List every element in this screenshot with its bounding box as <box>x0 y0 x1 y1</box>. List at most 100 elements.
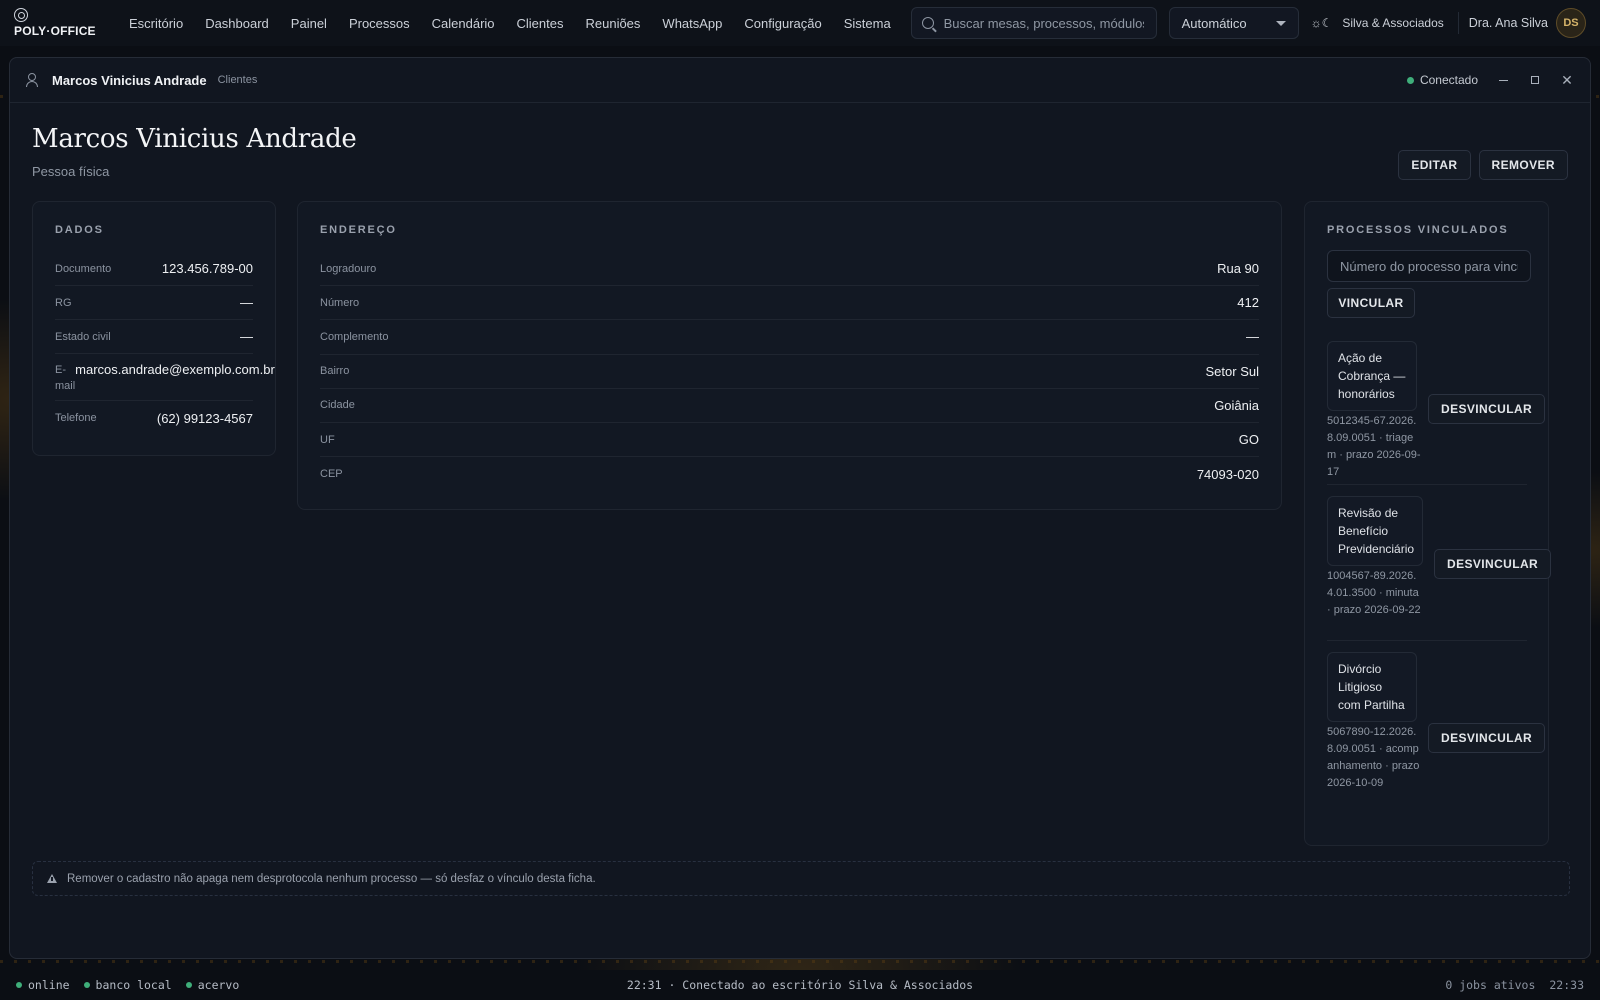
endereco-label: Cidade <box>320 399 355 412</box>
close-icon: ✕ <box>1561 72 1573 88</box>
maximize-icon <box>1531 76 1539 84</box>
edit-button[interactable]: EDITAR <box>1398 150 1471 180</box>
nav-item-escritorio[interactable]: Escritório <box>118 16 194 31</box>
dados-value: — <box>240 329 253 344</box>
dados-label: Documento <box>55 262 112 275</box>
page-title: Marcos Vinicius Andrade <box>32 124 357 154</box>
logo-icon <box>14 8 28 22</box>
unlink-button[interactable]: DESVINCULAR <box>1428 394 1546 424</box>
nav-item-reunioes[interactable]: Reuniões <box>574 16 651 31</box>
dados-heading: DADOS <box>55 224 104 236</box>
nav-item-clientes[interactable]: Clientes <box>506 16 575 31</box>
remove-warning: Remover o cadastro não apaga nem desprot… <box>32 861 1570 896</box>
user-name[interactable]: Dra. Ana Silva <box>1469 16 1548 30</box>
dados-row: Estado civil — <box>55 320 253 354</box>
status-bar: 22:31 · Conectado ao escritório Silva & … <box>0 970 1600 1000</box>
status-online: online <box>16 978 70 992</box>
endereco-label: Complemento <box>320 330 389 343</box>
process-number-input[interactable] <box>1327 250 1531 282</box>
divider <box>1327 640 1527 641</box>
client-header: Marcos Vinicius Andrade Pessoa física <box>32 124 357 179</box>
endereco-value: 74093-020 <box>1196 466 1259 482</box>
dados-value: (62) 99123-4567 <box>156 410 253 426</box>
dados-card: DADOS Documento 123.456.789-00 RG — Esta… <box>32 201 276 456</box>
minimize-icon <box>1498 79 1508 81</box>
status-label: acervo <box>197 978 240 992</box>
dados-value: 123.456.789-00 <box>161 261 253 276</box>
warning-text: Remover o cadastro não apaga nem desprot… <box>67 872 596 885</box>
dados-row: Telefone (62) 99123-4567 <box>55 401 253 435</box>
global-search[interactable] <box>910 7 1157 39</box>
office-name[interactable]: Silva & Associados <box>1342 16 1443 30</box>
person-icon <box>26 73 40 87</box>
nav-item-processos[interactable]: Processos <box>338 16 421 31</box>
remove-button[interactable]: REMOVER <box>1478 150 1568 180</box>
dados-row: RG — <box>55 286 253 320</box>
window-title: Marcos Vinicius Andrade <box>52 72 207 88</box>
endereco-value: Rua 90 <box>1217 261 1259 277</box>
client-type: Pessoa física <box>32 164 110 179</box>
endereco-label: CEP <box>320 468 343 481</box>
dados-value: — <box>240 295 253 310</box>
status-label: banco local <box>95 978 172 992</box>
dados-label: RG <box>55 296 72 309</box>
endereco-row: Cidade Goiânia <box>320 389 1259 423</box>
process-meta: 5012345-67.2026.8.09.0051 · triagem · pr… <box>1327 415 1421 478</box>
dados-value[interactable]: marcos.andrade@exemplo.com.br <box>75 362 275 377</box>
warning-icon <box>47 874 57 883</box>
nav-item-painel[interactable]: Painel <box>280 16 338 31</box>
mode-select[interactable]: Automático <box>1168 7 1299 39</box>
nav-item-whatsapp[interactable]: WhatsApp <box>651 16 733 31</box>
jobs-count: 0 jobs ativos <box>1445 978 1536 992</box>
process-name[interactable]: Divórcio Litigioso com Partilha <box>1327 652 1417 722</box>
window-title-bar: Marcos Vinicius Andrade Clientes Conecta… <box>10 58 1590 103</box>
process-name[interactable]: Revisão de Benefício Previdenciário <box>1327 496 1423 566</box>
status-acervo: acervo <box>185 978 240 992</box>
endereco-heading: ENDEREÇO <box>320 224 397 236</box>
status-label: online <box>28 978 70 992</box>
avatar[interactable]: DS <box>1556 8 1586 38</box>
endereco-value: Goiânia <box>1214 397 1259 413</box>
nav-item-configuracao[interactable]: Configuração <box>733 16 832 31</box>
status-dot-icon <box>16 982 22 988</box>
minimize-button[interactable] <box>1496 73 1510 87</box>
connection-status: Conectado <box>1406 73 1478 87</box>
process-meta: 5067890-12.2026.8.09.0051 · acompanhamen… <box>1327 726 1420 789</box>
unlink-button[interactable]: DESVINCULAR <box>1434 549 1552 579</box>
list-item: Divórcio Litigioso com Partilha 5067890-… <box>1327 652 1547 792</box>
app-logo[interactable]: POLY·OFFICE <box>14 8 104 38</box>
maximize-button[interactable] <box>1528 73 1542 87</box>
divider <box>1457 12 1459 34</box>
endereco-value: 412 <box>1237 295 1259 311</box>
close-button[interactable]: ✕ <box>1560 73 1574 87</box>
divider <box>1327 484 1527 485</box>
processos-heading: PROCESSOS VINCULADOS <box>1327 224 1509 236</box>
endereco-value: — <box>1246 329 1259 345</box>
status-dot-icon <box>185 982 192 988</box>
endereco-row: Complemento — <box>320 320 1259 355</box>
chevron-down-icon <box>1275 20 1286 26</box>
top-nav-bar: POLY·OFFICE Escritório Dashboard Painel … <box>0 0 1600 46</box>
endereco-value: GO <box>1238 432 1259 448</box>
dados-row: E-mail marcos.andrade@exemplo.com.br <box>55 354 275 401</box>
endereco-label: Bairro <box>320 365 350 378</box>
dados-label: E-mail <box>55 364 76 392</box>
theme-toggle-icon[interactable]: ☼☾ <box>1311 16 1333 30</box>
window-module: Clientes <box>217 74 258 86</box>
nav-item-calendario[interactable]: Calendário <box>421 16 506 31</box>
unlink-button[interactable]: DESVINCULAR <box>1428 723 1546 753</box>
endereco-row: UF GO <box>320 423 1259 458</box>
status-banco-local: banco local <box>83 978 172 992</box>
search-input[interactable] <box>943 15 1144 31</box>
link-process-button[interactable]: VINCULAR <box>1327 288 1415 318</box>
process-meta: 1004567-89.2026.4.01.3500 · minuta · pra… <box>1327 570 1421 616</box>
dados-row: Documento 123.456.789-00 <box>55 252 253 286</box>
endereco-value: Setor Sul <box>1205 363 1259 379</box>
nav-item-dashboard[interactable]: Dashboard <box>194 16 280 31</box>
dados-label: Estado civil <box>55 330 111 343</box>
process-name[interactable]: Ação de Cobrança — honorários <box>1327 341 1417 411</box>
nav-item-sistema[interactable]: Sistema <box>833 16 902 31</box>
endereco-row: Número 412 <box>320 286 1259 321</box>
endereco-row: Bairro Setor Sul <box>320 355 1259 389</box>
clock: 22:33 <box>1549 978 1584 992</box>
